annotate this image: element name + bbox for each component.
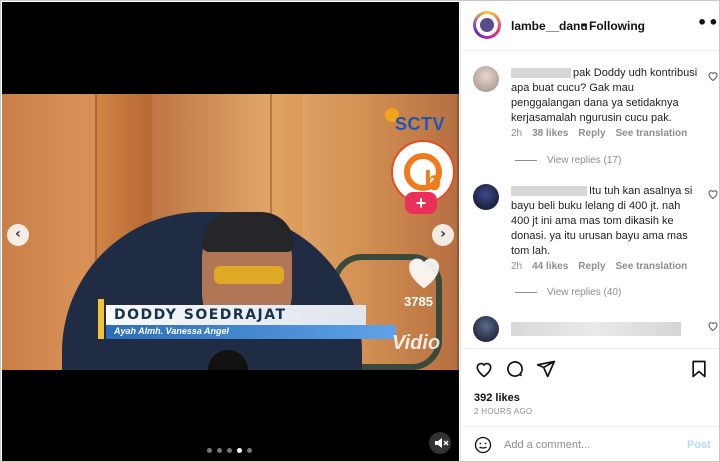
post-actions: 392 likes 2 HOURS AGO xyxy=(461,348,719,428)
replies-divider xyxy=(515,292,537,293)
like-count[interactable]: 392 likes xyxy=(474,392,520,404)
post-timestamp: 2 HOURS AGO xyxy=(474,407,533,416)
view-replies-label: View replies (40) xyxy=(547,287,622,298)
instagram-post-modal: SCTV DODDY SOEDRAJAT Ayah Almh. Vanessa … xyxy=(0,0,720,462)
like-heart-icon[interactable] xyxy=(474,359,494,379)
commenter-avatar[interactable] xyxy=(473,66,499,92)
view-replies-label: View replies (17) xyxy=(547,155,622,166)
comment-input[interactable] xyxy=(504,435,674,455)
previous-media-button[interactable]: ‹ xyxy=(7,224,29,246)
commenter-username-redacted xyxy=(511,68,571,79)
share-paper-plane-icon[interactable] xyxy=(536,359,556,379)
speaker-caption: Ayah Almh. Vanessa Angel xyxy=(114,326,230,336)
emoji-icon[interactable] xyxy=(474,436,492,454)
heart-icon[interactable] xyxy=(404,254,444,290)
media-pane: SCTV DODDY SOEDRAJAT Ayah Almh. Vanessa … xyxy=(2,2,459,461)
comment-time: 2h xyxy=(511,128,523,139)
comment-likes[interactable]: 38 likes xyxy=(532,128,568,139)
comment-heart-icon[interactable] xyxy=(707,188,719,200)
carousel-dot[interactable] xyxy=(207,448,212,453)
tiktok-follow-button[interactable]: + xyxy=(405,192,437,214)
carousel-dots xyxy=(207,448,252,453)
following-button[interactable]: Following xyxy=(589,19,645,33)
commenter-avatar[interactable] xyxy=(473,316,499,342)
person-glasses xyxy=(214,266,284,284)
comment-text: pak Doddy udh kontribusi apa buat cucu? … xyxy=(511,66,701,126)
carousel-dot[interactable] xyxy=(227,448,232,453)
lower-third: DODDY SOEDRAJAT Ayah Almh. Vanessa Angel xyxy=(98,299,398,339)
comment-likes[interactable]: 44 likes xyxy=(532,261,568,272)
comment-time: 2h xyxy=(511,261,523,272)
author-avatar[interactable] xyxy=(473,11,501,39)
see-translation-button[interactable]: See translation xyxy=(616,261,688,272)
commenter-avatar[interactable] xyxy=(473,184,499,210)
mute-button[interactable] xyxy=(429,432,451,454)
more-options-icon[interactable]: ••• xyxy=(697,13,719,32)
comment-reply-button[interactable]: Reply xyxy=(578,128,605,139)
post-comment-button[interactable]: Post xyxy=(687,439,711,451)
comment-meta: 2h 38 likes Reply See translation xyxy=(511,128,687,139)
comment-blurred-text xyxy=(511,322,681,336)
commenter-username-redacted xyxy=(511,186,587,197)
channel-logo: SCTV xyxy=(395,114,446,134)
author-username[interactable]: lambe__danu xyxy=(511,19,588,33)
comments-list: pak Doddy udh kontribusi apa buat cucu? … xyxy=(461,52,719,348)
see-translation-button[interactable]: See translation xyxy=(616,128,688,139)
view-replies-button[interactable]: View replies (17) xyxy=(515,155,621,166)
carousel-dot[interactable] xyxy=(237,448,242,453)
carousel-dot[interactable] xyxy=(247,448,252,453)
comment-text: Itu tuh kan asalnya si bayu beli buku le… xyxy=(511,184,701,259)
save-bookmark-icon[interactable] xyxy=(689,359,709,379)
next-media-button[interactable]: › xyxy=(432,224,454,246)
comment-bubble-icon[interactable] xyxy=(505,359,525,379)
video-player[interactable]: SCTV DODDY SOEDRAJAT Ayah Almh. Vanessa … xyxy=(2,94,459,370)
comment-reply-button[interactable]: Reply xyxy=(578,261,605,272)
view-replies-button[interactable]: View replies (40) xyxy=(515,287,621,298)
carousel-dot[interactable] xyxy=(217,448,222,453)
comment-meta: 2h 44 likes Reply See translation xyxy=(511,261,687,272)
comment-composer: Post xyxy=(461,426,719,461)
header-separator: • xyxy=(582,18,587,32)
comment-heart-icon[interactable] xyxy=(707,70,719,82)
replies-divider xyxy=(515,160,537,161)
tiktok-like-count: 3785 xyxy=(404,294,433,309)
person-hair xyxy=(202,212,294,252)
speaker-name: DODDY SOEDRAJAT xyxy=(114,307,287,323)
post-sidebar: lambe__danu • Following ••• pak Doddy ud… xyxy=(460,1,719,461)
vidio-watermark: Vidio xyxy=(392,332,441,354)
speaker-muted-icon xyxy=(435,438,449,448)
creator-logo-icon: b xyxy=(404,153,442,196)
comment-heart-icon[interactable] xyxy=(707,320,719,332)
post-header: lambe__danu • Following ••• xyxy=(461,1,719,51)
lower-third-accent xyxy=(98,299,104,339)
